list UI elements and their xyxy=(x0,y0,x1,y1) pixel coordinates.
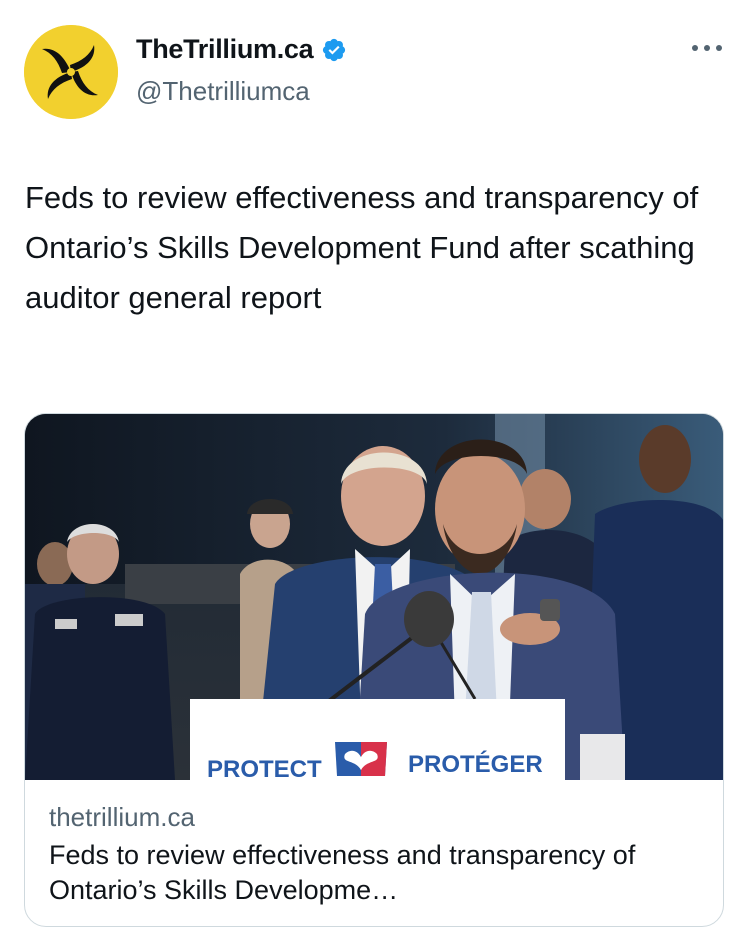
trillium-logo-icon xyxy=(24,25,118,119)
sign-left-text: PROTECT xyxy=(207,756,322,780)
display-name[interactable]: TheTrillium.ca xyxy=(136,34,314,65)
more-horizontal-icon[interactable] xyxy=(690,38,724,58)
author-handle[interactable]: @Thetrilliumca xyxy=(136,76,310,107)
avatar[interactable] xyxy=(24,25,118,119)
link-preview-card[interactable]: PROTECT PROTÉGER thetrillium.ca Feds to … xyxy=(24,413,724,927)
author-name-row: TheTrillium.ca xyxy=(136,34,347,65)
ontario-logo-icon xyxy=(335,742,387,776)
card-title: Feds to review effectiveness and transpa… xyxy=(49,840,636,905)
news-photo: PROTECT PROTÉGER xyxy=(25,414,723,780)
verified-badge-icon xyxy=(321,37,347,63)
card-domain: thetrillium.ca xyxy=(49,802,195,832)
tweet-text: Feds to review effectiveness and transpa… xyxy=(25,180,699,315)
sign-right-text: PROTÉGER xyxy=(408,750,543,778)
